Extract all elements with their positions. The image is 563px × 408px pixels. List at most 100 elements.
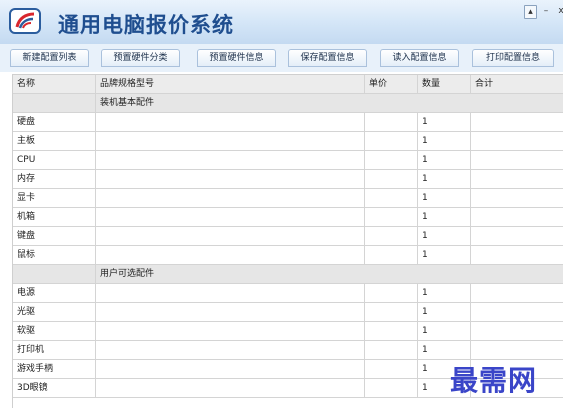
tab-preset-hardware-info[interactable]: 预置硬件信息	[197, 49, 276, 67]
column-header-total[interactable]: 合计	[471, 75, 563, 94]
price-cell[interactable]	[365, 360, 418, 379]
table-row[interactable]: CPU 1	[13, 151, 563, 170]
quantity-cell[interactable]: 1	[418, 322, 471, 341]
model-cell[interactable]	[96, 303, 365, 322]
table-row[interactable]: 电源 1	[13, 284, 563, 303]
table-row[interactable]: 主板 1	[13, 132, 563, 151]
restore-button[interactable]: ▴	[524, 5, 537, 19]
model-cell[interactable]	[96, 208, 365, 227]
model-cell[interactable]	[96, 322, 365, 341]
column-header-name[interactable]: 名称	[13, 75, 96, 94]
quantity-cell[interactable]: 1	[418, 151, 471, 170]
total-cell[interactable]	[471, 189, 563, 208]
title-bar: 通用电脑报价系统 ▴ – x	[0, 0, 563, 45]
model-cell[interactable]	[96, 379, 365, 398]
item-name-cell[interactable]: 硬盘	[13, 113, 96, 132]
price-cell[interactable]	[365, 379, 418, 398]
minimize-button[interactable]: –	[541, 5, 551, 17]
total-cell[interactable]	[471, 170, 563, 189]
model-cell[interactable]	[96, 132, 365, 151]
total-cell[interactable]	[471, 284, 563, 303]
table-row[interactable]: 打印机 1	[13, 341, 563, 360]
item-name-cell[interactable]: 电源	[13, 284, 96, 303]
model-cell[interactable]	[96, 246, 365, 265]
total-cell[interactable]	[471, 208, 563, 227]
total-cell[interactable]	[471, 246, 563, 265]
price-cell[interactable]	[365, 189, 418, 208]
table-row[interactable]: 硬盘 1	[13, 113, 563, 132]
table-row[interactable]: 软驱 1	[13, 322, 563, 341]
price-cell[interactable]	[365, 341, 418, 360]
tab-save-config[interactable]: 保存配置信息	[288, 49, 367, 67]
tab-print-config[interactable]: 打印配置信息	[472, 49, 554, 67]
section-spacer	[13, 265, 96, 284]
price-cell[interactable]	[365, 303, 418, 322]
table-row[interactable]: 显卡 1	[13, 189, 563, 208]
item-name-cell[interactable]: 内存	[13, 170, 96, 189]
item-name-cell[interactable]: 光驱	[13, 303, 96, 322]
total-cell[interactable]	[471, 303, 563, 322]
section-title: 装机基本配件	[96, 94, 563, 113]
item-name-cell[interactable]: 软驱	[13, 322, 96, 341]
watermark-text: 最需网	[450, 364, 538, 397]
total-cell[interactable]	[471, 113, 563, 132]
column-header-model[interactable]: 品牌规格型号	[96, 75, 365, 94]
quantity-cell[interactable]: 1	[418, 113, 471, 132]
close-button[interactable]: x	[556, 5, 563, 17]
item-name-cell[interactable]: 3D眼镜	[13, 379, 96, 398]
total-cell[interactable]	[471, 227, 563, 246]
quantity-cell[interactable]: 1	[418, 303, 471, 322]
quantity-cell[interactable]: 1	[418, 170, 471, 189]
column-header-price[interactable]: 单价	[365, 75, 418, 94]
model-cell[interactable]	[96, 170, 365, 189]
model-cell[interactable]	[96, 341, 365, 360]
column-header-quantity[interactable]: 数量	[418, 75, 471, 94]
model-cell[interactable]	[96, 151, 365, 170]
item-name-cell[interactable]: 游戏手柄	[13, 360, 96, 379]
item-name-cell[interactable]: 鼠标	[13, 246, 96, 265]
tab-new-config-list[interactable]: 新建配置列表	[10, 49, 89, 67]
price-cell[interactable]	[365, 284, 418, 303]
section-spacer	[13, 94, 96, 113]
app-title: 通用电脑报价系统	[58, 12, 234, 37]
item-name-cell[interactable]: 机箱	[13, 208, 96, 227]
table-row[interactable]: 机箱 1	[13, 208, 563, 227]
tab-preset-hardware-category[interactable]: 预置硬件分类	[101, 49, 180, 67]
price-cell[interactable]	[365, 151, 418, 170]
table-row[interactable]: 键盘 1	[13, 227, 563, 246]
total-cell[interactable]	[471, 341, 563, 360]
price-cell[interactable]	[365, 113, 418, 132]
item-name-cell[interactable]: 打印机	[13, 341, 96, 360]
price-cell[interactable]	[365, 322, 418, 341]
config-table: 名称 品牌规格型号 单价 数量 合计 装机基本配件 硬盘 1 主板 1 CPU …	[12, 74, 563, 408]
item-name-cell[interactable]: 显卡	[13, 189, 96, 208]
model-cell[interactable]	[96, 360, 365, 379]
item-name-cell[interactable]: CPU	[13, 151, 96, 170]
price-cell[interactable]	[365, 132, 418, 151]
quantity-cell[interactable]: 1	[418, 189, 471, 208]
price-cell[interactable]	[365, 246, 418, 265]
model-cell[interactable]	[96, 189, 365, 208]
model-cell[interactable]	[96, 227, 365, 246]
section-row-basic: 装机基本配件	[13, 94, 563, 113]
table-row[interactable]: 内存 1	[13, 170, 563, 189]
model-cell[interactable]	[96, 284, 365, 303]
table-row[interactable]: 光驱 1	[13, 303, 563, 322]
table-row[interactable]: 鼠标 1	[13, 246, 563, 265]
quantity-cell[interactable]: 1	[418, 227, 471, 246]
quantity-cell[interactable]: 1	[418, 132, 471, 151]
price-cell[interactable]	[365, 208, 418, 227]
total-cell[interactable]	[471, 132, 563, 151]
model-cell[interactable]	[96, 113, 365, 132]
price-cell[interactable]	[365, 170, 418, 189]
quantity-cell[interactable]: 1	[418, 284, 471, 303]
total-cell[interactable]	[471, 151, 563, 170]
total-cell[interactable]	[471, 322, 563, 341]
price-cell[interactable]	[365, 227, 418, 246]
tab-load-config[interactable]: 读入配置信息	[380, 49, 459, 67]
item-name-cell[interactable]: 主板	[13, 132, 96, 151]
quantity-cell[interactable]: 1	[418, 341, 471, 360]
quantity-cell[interactable]: 1	[418, 246, 471, 265]
item-name-cell[interactable]: 键盘	[13, 227, 96, 246]
quantity-cell[interactable]: 1	[418, 208, 471, 227]
